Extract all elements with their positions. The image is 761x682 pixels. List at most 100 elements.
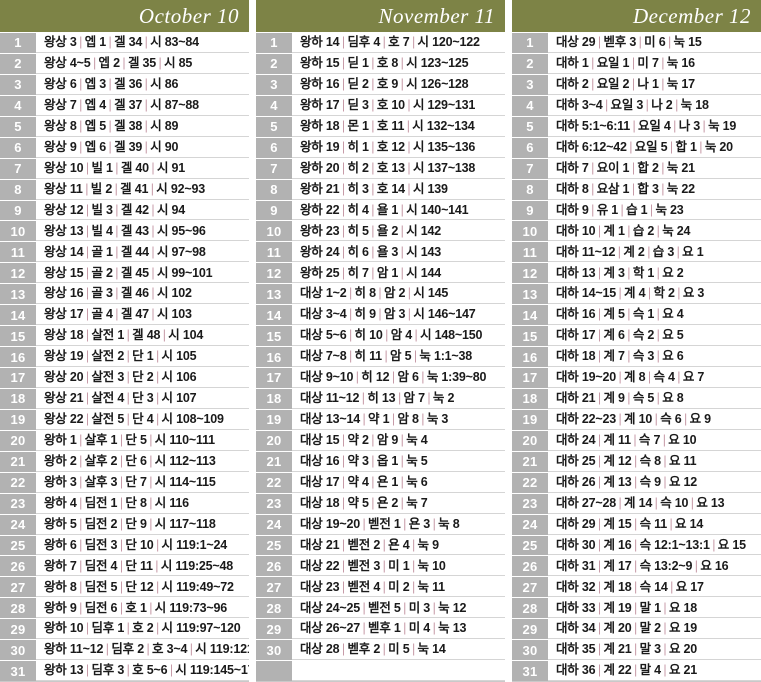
day-reading-cell[interactable]: 왕상 3 | 엡 1 | 겔 34 | 시 83~84 bbox=[36, 33, 249, 53]
day-reading-cell[interactable]: 대하 30 | 계 16 | 슥 12:1~13:1 | 요 15 bbox=[548, 535, 761, 556]
day-row[interactable]: 18 대하 21 | 계 9 | 슥 5 | 요 8 bbox=[512, 387, 761, 409]
day-reading-cell[interactable]: 대하 31 | 계 17 | 슥 13:2~9 | 요 16 bbox=[548, 556, 761, 577]
day-row[interactable]: 5 왕하 18 | 몬 1 | 호 11 | 시 132~134 bbox=[256, 115, 505, 137]
day-reading-cell[interactable]: 왕상 22 | 살전 5 | 단 4 | 시 108~109 bbox=[36, 409, 249, 430]
day-row[interactable]: 10 왕하 23 | 히 5 | 욜 2 | 시 142 bbox=[256, 220, 505, 242]
day-row[interactable]: 6 왕상 9 | 엡 6 | 겔 39 | 시 90 bbox=[0, 136, 249, 158]
day-reading-cell[interactable]: 대하 35 | 계 21 | 말 3 | 요 20 bbox=[548, 640, 761, 661]
day-reading-cell[interactable]: 대하 26 | 계 13 | 슥 9 | 요 12 bbox=[548, 472, 761, 493]
day-row[interactable]: 1 왕상 3 | 엡 1 | 겔 34 | 시 83~84 bbox=[0, 32, 249, 53]
day-reading-cell[interactable]: 왕하 8 | 딤전 5 | 단 12 | 시 119:49~72 bbox=[36, 577, 249, 598]
day-reading-cell[interactable]: 대상 13~14 | 약 1 | 암 8 | 눅 3 bbox=[292, 409, 505, 430]
day-row[interactable]: 11 왕상 14 | 골 1 | 겔 44 | 시 97~98 bbox=[0, 241, 249, 263]
day-reading-cell[interactable]: 왕상 11 | 빌 2 | 겔 41 | 시 92~93 bbox=[36, 179, 249, 200]
day-reading-cell[interactable]: 대하 29 | 계 15 | 슥 11 | 요 14 bbox=[548, 514, 761, 535]
day-reading-cell[interactable]: 대하 5:1~6:11 | 요일 4 | 나 3 | 눅 19 bbox=[548, 116, 761, 137]
day-reading-cell[interactable]: 왕상 17 | 골 4 | 겔 47 | 시 103 bbox=[36, 305, 249, 326]
day-row[interactable]: 16 대상 7~8 | 히 11 | 암 5 | 눅 1:1~38 bbox=[256, 346, 505, 367]
day-reading-cell[interactable]: 대하 22~23 | 계 10 | 슥 6 | 요 9 bbox=[548, 409, 761, 430]
day-reading-cell[interactable]: 대하 19~20 | 계 8 | 슥 4 | 요 7 bbox=[548, 368, 761, 388]
day-row[interactable]: 28 대하 33 | 계 19 | 말 1 | 요 18 bbox=[512, 597, 761, 619]
day-row[interactable]: 14 대하 16 | 계 5 | 슥 1 | 요 4 bbox=[512, 304, 761, 326]
day-row[interactable]: 22 대하 26 | 계 13 | 슥 9 | 요 12 bbox=[512, 471, 761, 493]
day-reading-cell[interactable]: 왕하 18 | 몬 1 | 호 11 | 시 132~134 bbox=[292, 116, 505, 137]
day-reading-cell[interactable]: 왕상 7 | 엡 4 | 겔 37 | 시 87~88 bbox=[36, 95, 249, 116]
day-reading-cell[interactable]: 왕상 6 | 엡 3 | 겔 36 | 시 86 bbox=[36, 74, 249, 95]
day-reading-cell[interactable]: 왕하 7 | 딤전 4 | 단 11 | 시 119:25~48 bbox=[36, 556, 249, 577]
day-reading-cell[interactable]: 대하 25 | 계 12 | 슥 8 | 요 11 bbox=[548, 451, 761, 472]
day-reading-cell[interactable]: 왕하 3 | 살후 3 | 단 7 | 시 114~115 bbox=[36, 472, 249, 493]
day-reading-cell[interactable]: 왕상 16 | 골 3 | 겔 46 | 시 102 bbox=[36, 284, 249, 305]
day-reading-cell[interactable]: 대하 33 | 계 19 | 말 1 | 요 18 bbox=[548, 598, 761, 619]
day-reading-cell[interactable]: 대상 16 | 약 3 | 옵 1 | 눅 5 bbox=[292, 451, 505, 472]
day-reading-cell[interactable]: 대하 6:12~42 | 요일 5 | 합 1 | 눅 20 bbox=[548, 137, 761, 158]
day-row[interactable]: 28 대상 24~25 | 벧전 5 | 미 3 | 눅 12 bbox=[256, 597, 505, 619]
day-row[interactable]: 26 대상 22 | 벧전 3 | 미 1 | 눅 10 bbox=[256, 555, 505, 577]
day-reading-cell[interactable]: 대상 1~2 | 히 8 | 암 2 | 시 145 bbox=[292, 284, 505, 305]
day-row[interactable]: 19 대상 13~14 | 약 1 | 암 8 | 눅 3 bbox=[256, 408, 505, 430]
day-row[interactable]: 4 대하 3~4 | 요일 3 | 나 2 | 눅 18 bbox=[512, 94, 761, 116]
day-row[interactable]: 22 대상 17 | 약 4 | 욘 1 | 눅 6 bbox=[256, 471, 505, 493]
day-row[interactable]: 25 왕하 6 | 딤전 3 | 단 10 | 시 119:1~24 bbox=[0, 534, 249, 556]
day-row[interactable]: 6 대하 6:12~42 | 요일 5 | 합 1 | 눅 20 bbox=[512, 136, 761, 158]
day-row[interactable]: 6 왕하 19 | 히 1 | 호 12 | 시 135~136 bbox=[256, 136, 505, 158]
day-row[interactable]: 2 왕상 4~5 | 엡 2 | 겔 35 | 시 85 bbox=[0, 52, 249, 74]
day-row[interactable]: 5 대하 5:1~6:11 | 요일 4 | 나 3 | 눅 19 bbox=[512, 115, 761, 137]
day-reading-cell[interactable]: 왕하 2 | 살후 2 | 단 6 | 시 112~113 bbox=[36, 451, 249, 472]
day-row[interactable]: 31 왕하 13|딤후 3|호 5~6|시 119:145~176 bbox=[0, 660, 249, 682]
day-reading-cell[interactable]: 대하 14~15 | 계 4 | 학 2 | 요 3 bbox=[548, 284, 761, 305]
day-reading-cell[interactable]: 왕하 22 | 히 4 | 욜 1 | 시 140~141 bbox=[292, 200, 505, 221]
day-reading-cell[interactable]: 왕상 4~5 | 엡 2 | 겔 35 | 시 85 bbox=[36, 53, 249, 74]
day-row[interactable]: 29 대상 26~27 | 벧후 1 | 미 4 | 눅 13 bbox=[256, 618, 505, 640]
day-reading-cell[interactable]: 왕하 17 | 딛 3 | 호 10 | 시 129~131 bbox=[292, 95, 505, 116]
day-reading-cell[interactable]: 왕하 5 | 딤전 2 | 단 9 | 시 117~118 bbox=[36, 514, 249, 535]
day-row[interactable]: 12 왕상 15 | 골 2 | 겔 45 | 시 99~101 bbox=[0, 262, 249, 284]
day-row[interactable]: 10 왕상 13 | 빌 4 | 겔 43 | 시 95~96 bbox=[0, 220, 249, 242]
day-reading-cell[interactable]: 대상 3~4 | 히 9 | 암 3 | 시 146~147 bbox=[292, 305, 505, 326]
day-reading-cell[interactable]: 대하 10 | 계 1 | 습 2 | 눅 24 bbox=[548, 221, 761, 242]
day-row[interactable]: 12 대하 13 | 계 3 | 학 1 | 요 2 bbox=[512, 262, 761, 284]
day-row[interactable]: 21 대하 25 | 계 12 | 슥 8 | 요 11 bbox=[512, 450, 761, 472]
day-row[interactable]: 2 왕하 15 | 딛 1 | 호 8 | 시 123~125 bbox=[256, 52, 505, 74]
day-row[interactable]: 9 왕하 22 | 히 4 | 욜 1 | 시 140~141 bbox=[256, 199, 505, 221]
day-row[interactable]: 23 왕하 4 | 딤전 1 | 단 8 | 시 116 bbox=[0, 492, 249, 514]
day-row[interactable]: 30 대하 35 | 계 21 | 말 3 | 요 20 bbox=[512, 639, 761, 661]
day-reading-cell[interactable]: 왕하 25 | 히 7 | 암 1 | 시 144 bbox=[292, 263, 505, 284]
day-row[interactable]: 15 대상 5~6 | 히 10 | 암 4 | 시 148~150 bbox=[256, 325, 505, 347]
day-row[interactable]: 2 대하 1 | 요일 1 | 미 7 | 눅 16 bbox=[512, 52, 761, 74]
day-row[interactable]: 25 대상 21 | 벧전 2 | 욘 4 | 눅 9 bbox=[256, 534, 505, 556]
day-reading-cell[interactable]: 대하 32 | 계 18 | 슥 14 | 요 17 bbox=[548, 577, 761, 598]
day-reading-cell[interactable]: 왕상 19 | 살전 2 | 단 1 | 시 105 bbox=[36, 347, 249, 367]
day-row[interactable]: 10 대하 10 | 계 1 | 습 2 | 눅 24 bbox=[512, 220, 761, 242]
day-reading-cell[interactable]: 대하 18 | 계 7 | 슥 3 | 요 6 bbox=[548, 347, 761, 367]
day-row[interactable]: 3 왕상 6 | 엡 3 | 겔 36 | 시 86 bbox=[0, 73, 249, 95]
day-reading-cell[interactable]: 대하 3~4 | 요일 3 | 나 2 | 눅 18 bbox=[548, 95, 761, 116]
day-row[interactable]: 21 대상 16 | 약 3 | 옵 1 | 눅 5 bbox=[256, 450, 505, 472]
day-row[interactable]: 27 왕하 8 | 딤전 5 | 단 12 | 시 119:49~72 bbox=[0, 576, 249, 598]
day-row[interactable]: 17 대상 9~10 | 히 12 | 암 6 | 눅 1:39~80 bbox=[256, 367, 505, 388]
day-reading-cell[interactable]: 대상 26~27 | 벧후 1 | 미 4 | 눅 13 bbox=[292, 619, 505, 640]
day-row[interactable]: 13 대하 14~15 | 계 4 | 학 2 | 요 3 bbox=[512, 283, 761, 305]
day-row[interactable]: 19 대하 22~23 | 계 10 | 슥 6 | 요 9 bbox=[512, 408, 761, 430]
day-row[interactable]: 8 왕상 11 | 빌 2 | 겔 41 | 시 92~93 bbox=[0, 178, 249, 200]
day-reading-cell[interactable]: 대하 24 | 계 11 | 슥 7 | 요 10 bbox=[548, 430, 761, 451]
day-row[interactable]: 14 왕상 17 | 골 4 | 겔 47 | 시 103 bbox=[0, 304, 249, 326]
day-reading-cell[interactable]: 대하 7 | 요이 1 | 합 2 | 눅 21 bbox=[548, 158, 761, 179]
day-reading-cell[interactable]: 왕상 10 | 빌 1 | 겔 40 | 시 91 bbox=[36, 158, 249, 179]
day-reading-cell[interactable]: 왕상 12 | 빌 3 | 겔 42 | 시 94 bbox=[36, 200, 249, 221]
day-row[interactable]: 24 왕하 5 | 딤전 2 | 단 9 | 시 117~118 bbox=[0, 513, 249, 535]
day-row[interactable]: 9 왕상 12 | 빌 3 | 겔 42 | 시 94 bbox=[0, 199, 249, 221]
day-row[interactable]: 18 대상 11~12 | 히 13 | 암 7 | 눅 2 bbox=[256, 387, 505, 409]
day-reading-cell[interactable]: 대하 16 | 계 5 | 슥 1 | 요 4 bbox=[548, 305, 761, 326]
day-row[interactable]: 9 대하 9 | 유 1 | 습 1 | 눅 23 bbox=[512, 199, 761, 221]
day-row[interactable]: 1 왕하 14 | 딤후 4 | 호 7 | 시 120~122 bbox=[256, 32, 505, 53]
day-reading-cell[interactable]: 왕하 9 | 딤전 6 | 호 1 | 시 119:73~96 bbox=[36, 598, 249, 619]
day-reading-cell[interactable]: 대상 21 | 벧전 2 | 욘 4 | 눅 9 bbox=[292, 535, 505, 556]
day-reading-cell[interactable]: 왕하 14 | 딤후 4 | 호 7 | 시 120~122 bbox=[292, 33, 505, 53]
day-row[interactable]: 24 대상 19~20 | 벧전 1 | 욘 3 | 눅 8 bbox=[256, 513, 505, 535]
day-row[interactable]: 12 왕하 25 | 히 7 | 암 1 | 시 144 bbox=[256, 262, 505, 284]
day-reading-cell[interactable]: 대하 2 | 요일 2 | 나 1 | 눅 17 bbox=[548, 74, 761, 95]
day-row[interactable]: 5 왕상 8 | 엡 5 | 겔 38 | 시 89 bbox=[0, 115, 249, 137]
day-reading-cell[interactable]: 왕하 15 | 딛 1 | 호 8 | 시 123~125 bbox=[292, 53, 505, 74]
day-reading-cell[interactable]: 왕하 24 | 히 6 | 욜 3 | 시 143 bbox=[292, 242, 505, 263]
